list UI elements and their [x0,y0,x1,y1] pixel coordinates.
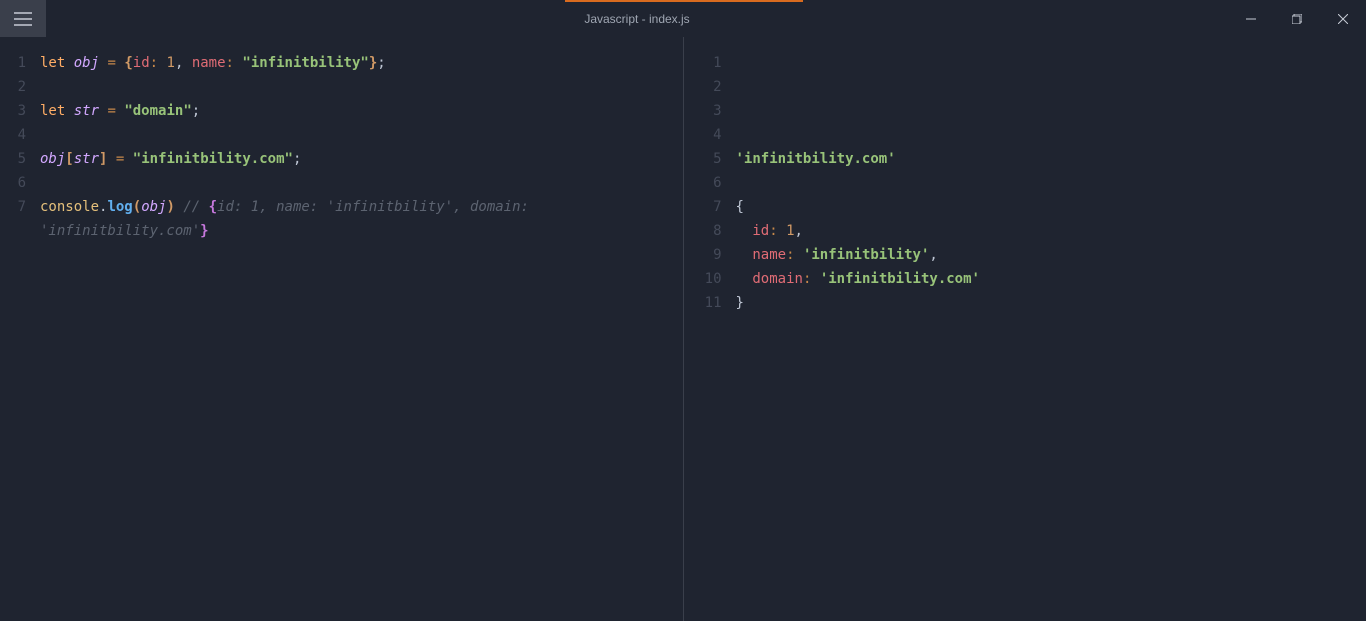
line-number: 2 [0,75,26,99]
code-line[interactable]: let str = "domain"; [40,99,673,123]
line-number: 10 [684,267,722,291]
hamburger-menu-button[interactable] [0,0,46,37]
line-number: 7 [684,195,722,219]
close-button[interactable] [1320,0,1366,37]
code-content-left[interactable]: let obj = {id: 1, name: "infinitbility"}… [40,51,683,621]
line-number-gutter-right: 1234567891011 [684,51,736,621]
line-number [0,219,26,243]
code-editor-pane[interactable]: 1234567 let obj = {id: 1, name: "infinit… [0,37,684,621]
editor-split-view: 1234567 let obj = {id: 1, name: "infinit… [0,37,1366,621]
line-number: 3 [684,99,722,123]
code-line[interactable] [736,99,1357,123]
output-pane[interactable]: 1234567891011 'infinitbility.com' { id: 1… [684,37,1366,621]
hamburger-icon [14,12,32,26]
line-number-gutter-left: 1234567 [0,51,40,621]
line-number: 8 [684,219,722,243]
code-line[interactable]: id: 1, [736,219,1357,243]
minimize-button[interactable] [1228,0,1274,37]
code-line[interactable]: console.log(obj) // {id: 1, name: 'infin… [40,195,673,219]
code-line[interactable]: { [736,195,1357,219]
code-line[interactable]: name: 'infinitbility', [736,243,1357,267]
close-icon [1338,14,1348,24]
line-number: 1 [0,51,26,75]
line-number: 1 [684,51,722,75]
line-number: 6 [0,171,26,195]
output-content-right[interactable]: 'infinitbility.com' { id: 1, name: 'infin… [736,51,1366,621]
line-number: 5 [684,147,722,171]
code-line[interactable]: let obj = {id: 1, name: "infinitbility"}… [40,51,673,75]
code-line[interactable] [40,75,673,99]
line-number: 2 [684,75,722,99]
maximize-button[interactable] [1274,0,1320,37]
line-number: 4 [684,123,722,147]
code-line[interactable] [736,75,1357,99]
code-line[interactable]: 'infinitbility.com' [736,147,1357,171]
title-bar: Javascript - index.js [0,0,1366,37]
window-title: Javascript - index.js [46,12,1228,26]
code-line[interactable] [736,123,1357,147]
code-line[interactable] [40,171,673,195]
window-controls [1228,0,1366,37]
code-line[interactable]: 'infinitbility.com'} [40,219,673,243]
line-number: 4 [0,123,26,147]
line-number: 11 [684,291,722,315]
line-number: 6 [684,171,722,195]
line-number: 3 [0,99,26,123]
line-number: 9 [684,243,722,267]
code-line[interactable] [736,51,1357,75]
minimize-icon [1246,14,1256,24]
code-line[interactable]: domain: 'infinitbility.com' [736,267,1357,291]
code-line[interactable]: } [736,291,1357,315]
line-number: 5 [0,147,26,171]
maximize-icon [1292,14,1302,24]
code-line[interactable] [40,123,673,147]
active-tab-indicator [565,0,803,2]
code-line[interactable] [736,171,1357,195]
code-line[interactable]: obj[str] = "infinitbility.com"; [40,147,673,171]
line-number: 7 [0,195,26,219]
